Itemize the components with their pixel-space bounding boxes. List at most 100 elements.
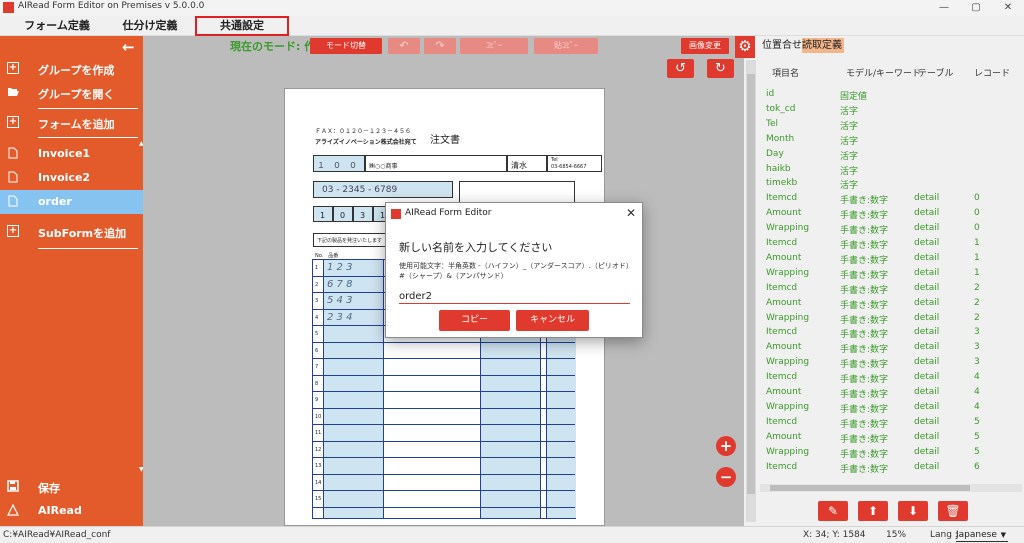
chevron-down-icon: ▼ <box>1000 531 1006 539</box>
field-row[interactable]: timekb 活字 <box>766 178 1006 193</box>
sidebar-divider <box>38 137 138 138</box>
field-row[interactable]: Amount 手書き:数字 detail 5 <box>766 432 1006 447</box>
field-row[interactable]: Itemcd 手書き:数字 detail 1 <box>766 238 1006 253</box>
field-row[interactable]: Itemcd 手書き:数字 detail 0 <box>766 193 1006 208</box>
canvas-scrollbar[interactable] <box>746 60 756 522</box>
name-input[interactable] <box>399 289 630 304</box>
field-name: Day <box>766 148 784 159</box>
doc-table-row: 9 <box>313 392 575 409</box>
pencil-icon: ✎ <box>827 504 839 518</box>
field-row[interactable]: Wrapping 手書き:数字 detail 1 <box>766 268 1006 283</box>
sidebar-item-add-form[interactable]: + フォームを追加 <box>0 111 143 135</box>
tab-read-definition[interactable]: 読取定義 <box>802 38 844 53</box>
sidebar-divider <box>38 108 138 109</box>
rotate-right-button[interactable]: ↻ <box>707 59 734 78</box>
field-row[interactable]: id 固定値 <box>766 89 1006 104</box>
gear-icon[interactable]: ⚙ <box>735 36 755 58</box>
doc-company: アライズイノベーション株式会社宛て <box>315 139 417 146</box>
dialog-prompt: 新しい名前を入力してください <box>399 241 553 254</box>
field-table: detail <box>914 357 940 368</box>
move-down-button[interactable]: ⬇ <box>898 501 928 521</box>
doc-handwritten-value: 1 2 3 <box>327 262 353 273</box>
field-record: 1 <box>974 267 980 278</box>
cancel-button[interactable]: キャンセル <box>516 310 589 331</box>
close-window-button[interactable]: ✕ <box>992 0 1024 16</box>
copy-button[interactable]: ｺﾋﾟｰ <box>460 38 528 54</box>
field-model: 手書き:数字 <box>840 211 889 222</box>
field-row[interactable]: Month 活字 <box>766 134 1006 149</box>
mode-switch-button[interactable]: モード切替 <box>310 38 382 54</box>
field-row[interactable]: tok_cd 活字 <box>766 104 1006 119</box>
field-row[interactable]: Amount 手書き:数字 detail 0 <box>766 208 1006 223</box>
field-name: Itemcd <box>766 238 798 248</box>
sidebar-item-invoice1[interactable]: Invoice1 <box>0 142 143 166</box>
field-row[interactable]: Amount 手書き:数字 detail 4 <box>766 387 1006 402</box>
field-row[interactable]: Day 活字 <box>766 149 1006 164</box>
tab-form-definition[interactable]: フォーム定義 <box>14 16 100 36</box>
edit-button[interactable]: ✎ <box>818 501 848 521</box>
doc-field-person: 清水 <box>507 155 547 172</box>
field-name: Itemcd <box>766 461 798 472</box>
field-row[interactable]: Amount 手書き:数字 detail 1 <box>766 253 1006 268</box>
tab-common-settings[interactable]: 共通設定 <box>195 16 289 36</box>
field-row[interactable]: Wrapping 手書き:数字 detail 5 <box>766 447 1006 462</box>
folder-open-icon <box>7 86 19 98</box>
field-row[interactable]: Wrapping 手書き:数字 detail 2 <box>766 313 1006 328</box>
language-label: Lang : <box>930 530 958 540</box>
field-name: Wrapping <box>766 401 810 412</box>
field-row[interactable]: Wrapping 手書き:数字 detail 3 <box>766 357 1006 372</box>
doc-field-code: １ ０ ０ <box>313 155 365 172</box>
delete-button[interactable]: 🗑 <box>938 501 968 521</box>
minimize-button[interactable]: — <box>928 0 960 16</box>
redo-button[interactable]: ↷ <box>424 38 456 54</box>
change-image-button[interactable]: 画像変更 <box>681 38 729 54</box>
field-list-hscroll[interactable] <box>760 484 1022 492</box>
field-table: detail <box>914 342 940 353</box>
back-arrow-icon[interactable]: ← <box>122 38 135 56</box>
field-record: 3 <box>974 327 980 338</box>
field-row[interactable]: Amount 手書き:数字 detail 3 <box>766 342 1006 357</box>
airead-logo: AIRead <box>0 499 143 523</box>
move-up-button[interactable]: ⬆ <box>858 501 888 521</box>
save-button[interactable]: 保存 <box>0 475 143 499</box>
field-row[interactable]: Wrapping 手書き:数字 detail 0 <box>766 223 1006 238</box>
field-row[interactable]: Itemcd 手書き:数字 detail 3 <box>766 327 1006 342</box>
field-record: 1 <box>974 252 980 263</box>
field-record: 5 <box>974 416 980 427</box>
sidebar-item-create-group[interactable]: + グループを作成 <box>0 57 143 81</box>
field-name: Wrapping <box>766 267 810 278</box>
field-row[interactable]: Itemcd 手書き:数字 detail 6 <box>766 462 1006 477</box>
field-name: Amount <box>766 342 802 353</box>
field-name: Wrapping <box>766 446 810 457</box>
field-name: Month <box>766 133 795 144</box>
field-row[interactable]: Wrapping 手書き:数字 detail 4 <box>766 402 1006 417</box>
copy-confirm-button[interactable]: コピー <box>439 310 510 331</box>
close-icon[interactable]: ✕ <box>626 206 636 220</box>
sidebar-item-add-subform[interactable]: + SubFormを追加 <box>0 220 143 244</box>
dialog-title: AIRead Form Editor <box>405 208 492 218</box>
sidebar-item-order[interactable]: order <box>0 190 143 214</box>
doc-date-digit: 3 <box>353 206 373 222</box>
field-row[interactable]: Itemcd 手書き:数字 detail 4 <box>766 372 1006 387</box>
field-row[interactable]: Amount 手書き:数字 detail 2 <box>766 298 1006 313</box>
maximize-button[interactable]: ▢ <box>960 0 992 16</box>
tab-alignment[interactable]: 位置合せ <box>762 38 802 53</box>
field-name: Wrapping <box>766 357 810 368</box>
sidebar-item-open-group[interactable]: グループを開く <box>0 81 143 105</box>
field-record: 3 <box>974 342 980 353</box>
field-table: detail <box>914 282 940 293</box>
field-row[interactable]: haikb 活字 <box>766 164 1006 179</box>
undo-button[interactable]: ↶ <box>388 38 420 54</box>
language-select[interactable]: Japanese ▼ <box>956 528 1008 542</box>
sidebar-item-invoice2[interactable]: Invoice2 <box>0 166 143 190</box>
zoom-out-button[interactable]: − <box>716 467 736 487</box>
zoom-in-button[interactable]: + <box>716 436 736 456</box>
field-row[interactable]: Itemcd 手書き:数字 detail 2 <box>766 283 1006 298</box>
tab-sort-definition[interactable]: 仕分け定義 <box>110 16 190 36</box>
paste-button[interactable]: 貼ｺﾋﾟｰ <box>534 38 598 54</box>
field-row[interactable]: Tel 活字 <box>766 119 1006 134</box>
field-record: 4 <box>974 401 980 412</box>
rotate-left-button[interactable]: ↺ <box>667 59 694 78</box>
field-record: 4 <box>974 387 980 397</box>
field-row[interactable]: Itemcd 手書き:数字 detail 5 <box>766 417 1006 432</box>
